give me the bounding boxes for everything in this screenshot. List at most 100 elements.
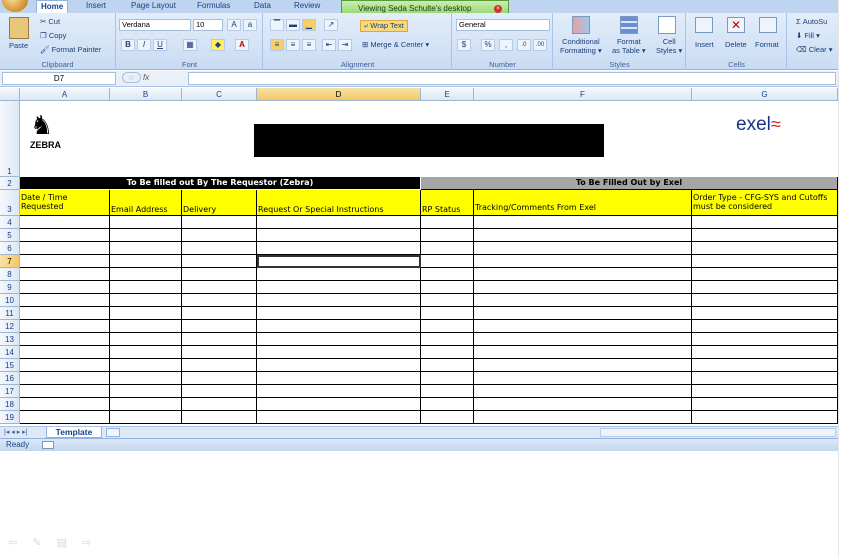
grid-cell[interactable]: [182, 216, 257, 229]
grid-cell[interactable]: [20, 333, 110, 346]
grid-cell[interactable]: [692, 385, 838, 398]
grid-cell[interactable]: [110, 385, 182, 398]
align-middle-icon[interactable]: ▬: [286, 19, 300, 31]
grid-cell[interactable]: [257, 385, 421, 398]
bold-button[interactable]: B: [121, 39, 135, 51]
grid-cell[interactable]: [20, 281, 110, 294]
worksheet-grid[interactable]: A B C D E F G 1 ♞ ZEBRA exel≈ 2 To Be fi…: [0, 88, 838, 426]
header-tracking[interactable]: Tracking/Comments From Exel: [474, 190, 692, 216]
row-header-4[interactable]: 4: [0, 216, 20, 229]
grid-cell[interactable]: [182, 268, 257, 281]
conditional-formatting-button[interactable]: Conditional Formatting ▾: [560, 37, 602, 55]
grid-cell[interactable]: [692, 411, 838, 424]
wrap-text-button[interactable]: ⤶ Wrap Text: [360, 20, 408, 32]
grid-cell[interactable]: [182, 281, 257, 294]
comma-button[interactable]: ,: [499, 39, 513, 51]
format-painter-button[interactable]: 🖌 Format Painter: [40, 45, 101, 54]
grid-cell[interactable]: [474, 320, 692, 333]
grid-cell[interactable]: [421, 333, 474, 346]
decrease-indent-icon[interactable]: ⇤: [322, 39, 336, 51]
grid-cell[interactable]: [421, 372, 474, 385]
row-header-3[interactable]: 3: [0, 190, 20, 216]
grid-cell[interactable]: [692, 398, 838, 411]
autosum-button[interactable]: Σ AutoSu: [796, 17, 827, 26]
grid-cell[interactable]: [110, 255, 182, 268]
grid-cell[interactable]: [182, 398, 257, 411]
header-rp-status[interactable]: RP Status: [421, 190, 474, 216]
row-header-7[interactable]: 7: [0, 255, 20, 268]
grid-cell[interactable]: [474, 359, 692, 372]
grid-cell[interactable]: [20, 242, 110, 255]
insert-cells-icon[interactable]: [695, 17, 713, 33]
grid-cell[interactable]: [692, 216, 838, 229]
format-table-icon[interactable]: [620, 16, 638, 34]
grid-cell[interactable]: [692, 242, 838, 255]
grid-cell[interactable]: [20, 229, 110, 242]
grid-cell[interactable]: [257, 268, 421, 281]
grid-cell[interactable]: [110, 320, 182, 333]
grid-cell[interactable]: [110, 294, 182, 307]
font-color-icon[interactable]: A: [235, 39, 249, 51]
grid-cell[interactable]: [257, 346, 421, 359]
grid-cell[interactable]: [474, 242, 692, 255]
grid-cell[interactable]: [257, 281, 421, 294]
cell-styles-icon[interactable]: [658, 16, 676, 34]
grid-cell[interactable]: [692, 281, 838, 294]
decrease-decimal-icon[interactable]: .00: [533, 39, 547, 51]
grid-cell[interactable]: [20, 385, 110, 398]
grid-cell[interactable]: [20, 255, 110, 268]
tab-home[interactable]: Home: [36, 0, 69, 13]
format-button[interactable]: Format: [755, 40, 779, 49]
grid-cell[interactable]: [182, 320, 257, 333]
row-header-12[interactable]: 12: [0, 320, 20, 333]
grid-cell[interactable]: [692, 359, 838, 372]
tab-data[interactable]: Data: [250, 0, 275, 13]
grid-cell[interactable]: [474, 385, 692, 398]
grid-cell[interactable]: [692, 268, 838, 281]
grid-cell[interactable]: [421, 346, 474, 359]
grid-cell[interactable]: [421, 411, 474, 424]
grid-cell[interactable]: [110, 372, 182, 385]
clear-button[interactable]: ⌫ Clear ▾: [796, 45, 833, 54]
grid-cell[interactable]: [692, 333, 838, 346]
fill-color-icon[interactable]: ◆: [211, 39, 225, 51]
align-bottom-icon[interactable]: ▁: [302, 19, 316, 31]
grid-cell[interactable]: [182, 411, 257, 424]
tab-review[interactable]: Review: [290, 0, 324, 13]
column-header-a[interactable]: A: [20, 88, 110, 101]
format-as-table-button[interactable]: Format as Table ▾: [612, 37, 646, 55]
grid-cell[interactable]: [20, 411, 110, 424]
insert-sheet-icon[interactable]: [106, 428, 120, 437]
fx-button[interactable]: ◌ fx: [118, 72, 188, 85]
delete-cells-icon[interactable]: ✕: [727, 17, 745, 33]
grid-cell[interactable]: [421, 398, 474, 411]
row-header-16[interactable]: 16: [0, 372, 20, 385]
row-header-5[interactable]: 5: [0, 229, 20, 242]
horizontal-scrollbar[interactable]: [600, 428, 836, 437]
grid-cell[interactable]: [692, 294, 838, 307]
grid-cell[interactable]: [257, 294, 421, 307]
grid-cell[interactable]: [421, 307, 474, 320]
active-cell-d7[interactable]: [257, 255, 421, 268]
column-header-f[interactable]: F: [474, 88, 692, 101]
grid-cell[interactable]: [421, 229, 474, 242]
grid-cell[interactable]: [421, 385, 474, 398]
grid-cell[interactable]: [110, 216, 182, 229]
column-header-d[interactable]: D: [257, 88, 421, 101]
grid-cell[interactable]: [182, 333, 257, 346]
grid-cell[interactable]: [421, 216, 474, 229]
shrink-font-icon[interactable]: a: [243, 19, 257, 31]
grid-cell[interactable]: [110, 242, 182, 255]
underline-button[interactable]: U: [153, 39, 167, 51]
grid-cell[interactable]: [421, 320, 474, 333]
cut-button[interactable]: ✂ Cut: [40, 17, 60, 26]
tab-page-layout[interactable]: Page Layout: [127, 0, 180, 13]
grid-cell[interactable]: [692, 346, 838, 359]
keyboard-icon[interactable]: ▤: [57, 537, 67, 549]
grid-cell[interactable]: [257, 359, 421, 372]
grid-cell[interactable]: [474, 398, 692, 411]
grid-cell[interactable]: [257, 307, 421, 320]
increase-indent-icon[interactable]: ⇥: [338, 39, 352, 51]
pen-icon[interactable]: ✎: [32, 537, 41, 549]
grid-cell[interactable]: [110, 346, 182, 359]
